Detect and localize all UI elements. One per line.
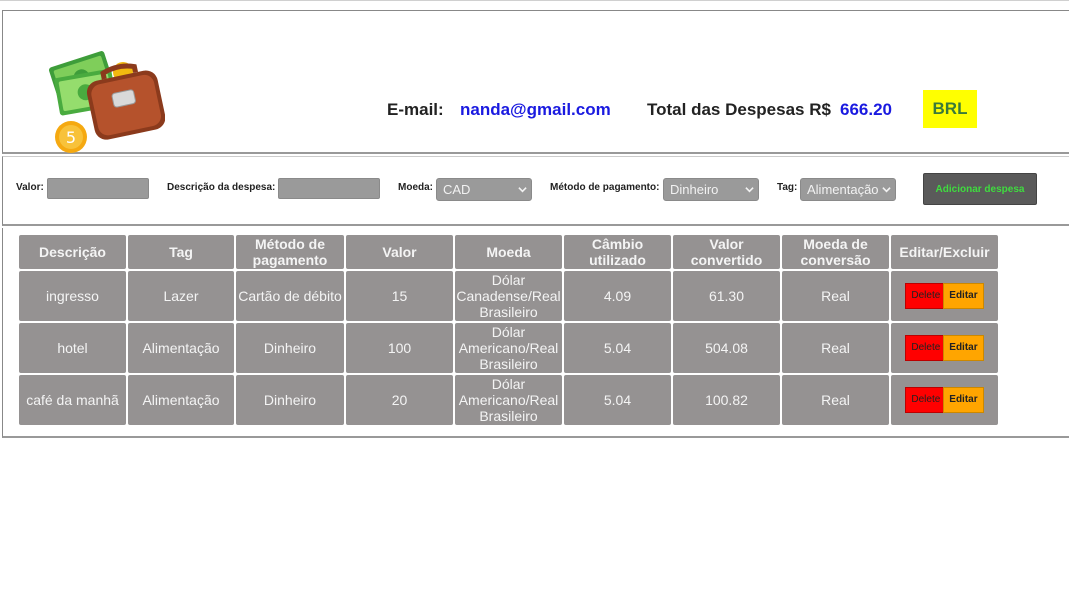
tag-select[interactable]: Alimentação: [800, 178, 896, 201]
cell-conversao: Real: [782, 375, 889, 425]
cell-valor: 15: [346, 271, 453, 321]
header-editar-excluir: Editar/Excluir: [891, 235, 998, 269]
svg-text:5: 5: [66, 128, 76, 147]
table-row: hotel Alimentação Dinheiro 100 Dólar Ame…: [19, 323, 998, 373]
cell-actions: Delete Editar: [891, 271, 998, 321]
moeda-select-value: CAD: [443, 182, 471, 197]
top-divider: [0, 0, 1069, 2]
valor-label: Valor:: [16, 182, 44, 193]
cell-convertido: 504.08: [673, 323, 780, 373]
delete-button[interactable]: Delete: [905, 387, 947, 413]
descricao-input[interactable]: [278, 178, 380, 199]
cell-convertido: 61.30: [673, 271, 780, 321]
header-cambio: Câmbio utilizado: [564, 235, 671, 269]
cell-tag: Lazer: [128, 271, 234, 321]
cell-moeda: Dólar Americano/Real Brasileiro: [455, 375, 562, 425]
expenses-table: Descrição Tag Método de pagamento Valor …: [17, 233, 1000, 427]
cell-tag: Alimentação: [128, 375, 234, 425]
cell-moeda: Dólar Americano/Real Brasileiro: [455, 323, 562, 373]
table-header-row: Descrição Tag Método de pagamento Valor …: [19, 235, 998, 269]
cell-metodo: Dinheiro: [236, 323, 344, 373]
email-label: E-mail:: [387, 100, 444, 119]
cell-cambio: 5.04: [564, 375, 671, 425]
cell-moeda: Dólar Canadense/Real Brasileiro: [455, 271, 562, 321]
user-email: nanda@gmail.com: [460, 100, 611, 119]
moeda-select[interactable]: CAD: [436, 178, 532, 201]
header-moeda: Moeda: [455, 235, 562, 269]
cell-cambio: 5.04: [564, 323, 671, 373]
tag-label: Tag:: [777, 182, 798, 193]
header-metodo: Método de pagamento: [236, 235, 344, 269]
cell-descricao: café da manhã: [19, 375, 126, 425]
cell-valor: 100: [346, 323, 453, 373]
header-tag: Tag: [128, 235, 234, 269]
cell-tag: Alimentação: [128, 323, 234, 373]
currency-badge: BRL: [923, 90, 977, 128]
chevron-down-icon: [882, 185, 891, 194]
cell-metodo: Cartão de débito: [236, 271, 344, 321]
total-expenses-label: Total das Despesas R$: [647, 100, 831, 119]
metodo-label: Método de pagamento:: [550, 182, 660, 193]
delete-button[interactable]: Delete: [905, 335, 947, 361]
edit-button[interactable]: Editar: [943, 335, 984, 361]
cell-descricao: ingresso: [19, 271, 126, 321]
metodo-select[interactable]: Dinheiro: [663, 178, 759, 201]
add-expense-button[interactable]: Adicionar despesa: [923, 173, 1037, 205]
cell-conversao: Real: [782, 323, 889, 373]
cell-convertido: 100.82: [673, 375, 780, 425]
cell-descricao: hotel: [19, 323, 126, 373]
cell-metodo: Dinheiro: [236, 375, 344, 425]
descricao-label: Descrição da despesa:: [167, 182, 276, 193]
cell-conversao: Real: [782, 271, 889, 321]
expenses-table-section: Descrição Tag Método de pagamento Valor …: [2, 228, 1069, 438]
cell-valor: 20: [346, 375, 453, 425]
table-row: ingresso Lazer Cartão de débito 15 Dólar…: [19, 271, 998, 321]
header-convertido: Valor convertido: [673, 235, 780, 269]
tag-select-value: Alimentação: [807, 182, 879, 197]
cell-actions: Delete Editar: [891, 323, 998, 373]
header-conversao: Moeda de conversão: [782, 235, 889, 269]
table-row: café da manhã Alimentação Dinheiro 20 Dó…: [19, 375, 998, 425]
cell-actions: Delete Editar: [891, 375, 998, 425]
metodo-select-value: Dinheiro: [670, 182, 719, 197]
edit-button[interactable]: Editar: [943, 387, 984, 413]
edit-button[interactable]: Editar: [943, 283, 984, 309]
app-header: 5 E-mail: nanda@gmail.com Total das Desp…: [2, 10, 1069, 154]
moeda-label: Moeda:: [398, 182, 433, 193]
chevron-down-icon: [518, 187, 527, 193]
expense-form: Valor: Descrição da despesa: Moeda: CAD …: [2, 156, 1069, 226]
header-valor: Valor: [346, 235, 453, 269]
delete-button[interactable]: Delete: [905, 283, 947, 309]
cell-cambio: 4.09: [564, 271, 671, 321]
wallet-money-icon: 5: [49, 51, 165, 153]
valor-input[interactable]: [47, 178, 149, 199]
total-expenses-value: 666.20: [840, 100, 892, 119]
chevron-down-icon: [745, 187, 754, 193]
header-descricao: Descrição: [19, 235, 126, 269]
